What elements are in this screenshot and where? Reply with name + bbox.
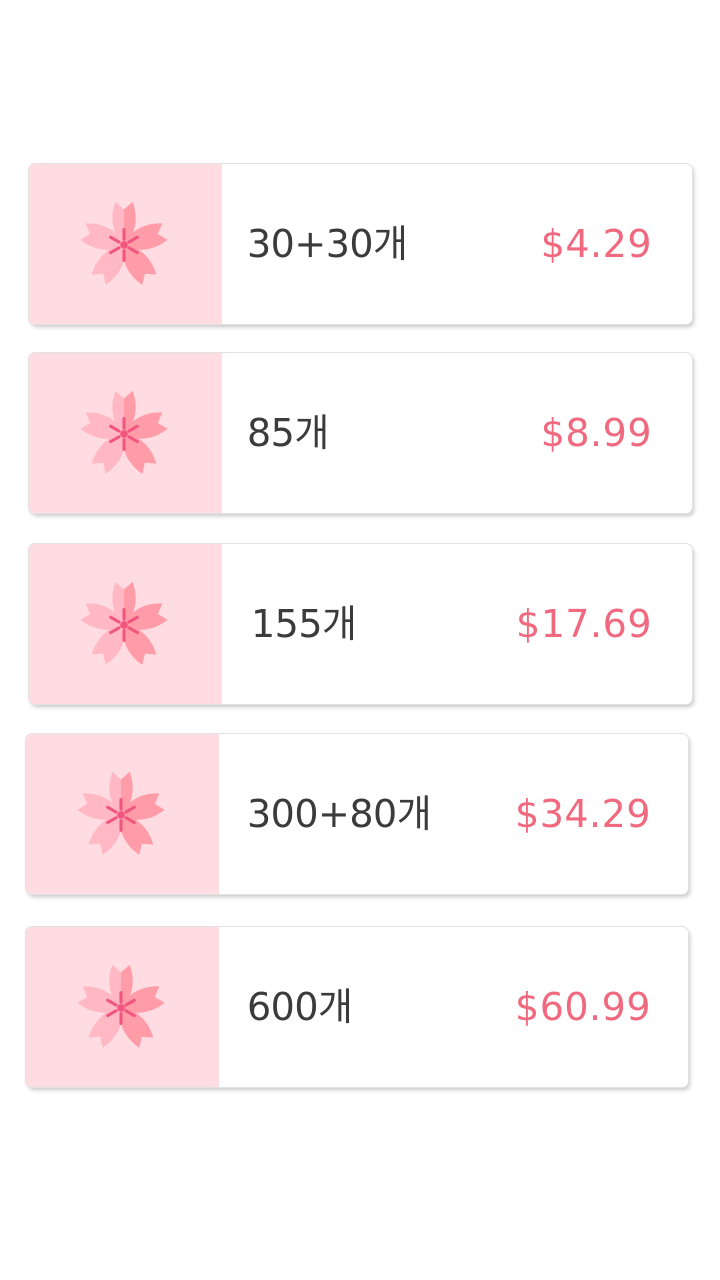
cherry-blossom-icon bbox=[80, 581, 168, 665]
package-quantity: 155개 bbox=[251, 602, 357, 646]
package-price: $60.99 bbox=[515, 985, 651, 1029]
package-quantity: 85개 bbox=[247, 411, 329, 455]
cherry-blossom-icon bbox=[77, 964, 165, 1048]
package-price: $8.99 bbox=[540, 411, 652, 455]
package-card-4[interactable]: 300+80개 $34.29 bbox=[26, 734, 688, 894]
package-quantity: 300+80개 bbox=[247, 792, 432, 836]
cherry-blossom-icon bbox=[80, 390, 168, 474]
package-thumbnail bbox=[29, 164, 222, 324]
package-card-5[interactable]: 600개 $60.99 bbox=[26, 927, 688, 1087]
package-price: $34.29 bbox=[515, 792, 651, 836]
package-quantity: 600개 bbox=[247, 985, 353, 1029]
package-thumbnail bbox=[26, 927, 219, 1087]
package-thumbnail bbox=[29, 353, 222, 513]
package-price: $17.69 bbox=[516, 602, 652, 646]
package-card-1[interactable]: 30+30개 $4.29 bbox=[29, 164, 692, 324]
package-thumbnail bbox=[29, 544, 222, 704]
package-card-2[interactable]: 85개 $8.99 bbox=[29, 353, 692, 513]
package-quantity: 30+30개 bbox=[247, 222, 408, 266]
cherry-blossom-icon bbox=[80, 201, 168, 285]
package-card-3[interactable]: 155개 $17.69 bbox=[29, 544, 692, 704]
package-thumbnail bbox=[26, 734, 219, 894]
package-price: $4.29 bbox=[540, 222, 652, 266]
cherry-blossom-icon bbox=[77, 771, 165, 855]
